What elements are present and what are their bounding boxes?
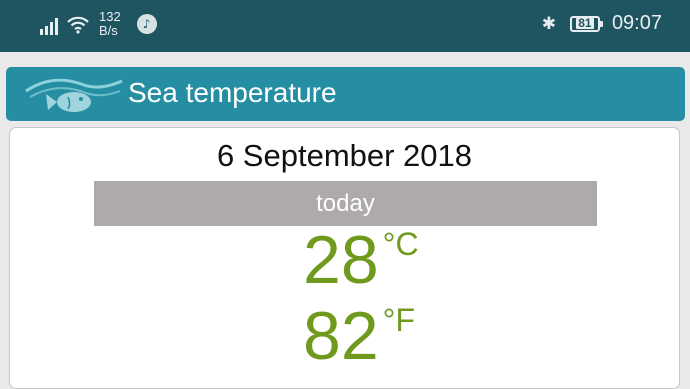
app-title: Sea temperature	[128, 77, 337, 108]
fahrenheit-unit: °F	[382, 302, 415, 338]
temperature-celsius-value: 28	[303, 222, 379, 298]
signal-icon	[40, 17, 58, 35]
music-icon: ♪	[136, 14, 157, 34]
status-bar: 132 B/s ♪ ✱ 81 09:07	[0, 0, 690, 52]
temperature-celsius: 28 °C	[303, 226, 419, 294]
network-speed-value: 132	[99, 9, 121, 24]
bluetooth-icon: ✱	[541, 13, 556, 34]
forecast-date: 6 September 2018	[216, 138, 473, 173]
status-bar-right: ✱ 81 09:07	[542, 12, 662, 35]
status-bar-left: 132 B/s ♪	[40, 10, 157, 38]
day-label: today	[316, 189, 375, 217]
clock: 09:07	[611, 12, 662, 34]
wifi-icon	[67, 16, 89, 34]
fish-wave-logo-icon	[25, 78, 123, 112]
battery-level: 81	[576, 16, 594, 30]
forecast-card: 6 September 2018 today 28 °C 82 °F	[9, 127, 680, 389]
day-label-bar: today	[94, 181, 597, 226]
network-speed-unit: B/s	[99, 23, 118, 38]
battery-icon: 81	[569, 15, 603, 32]
temperature-fahrenheit-value: 82	[303, 298, 379, 374]
network-speed: 132 B/s	[99, 10, 121, 38]
app-bar: Sea temperature	[6, 67, 685, 121]
temperature-fahrenheit: 82 °F	[303, 302, 415, 370]
celsius-unit: °C	[382, 226, 419, 262]
